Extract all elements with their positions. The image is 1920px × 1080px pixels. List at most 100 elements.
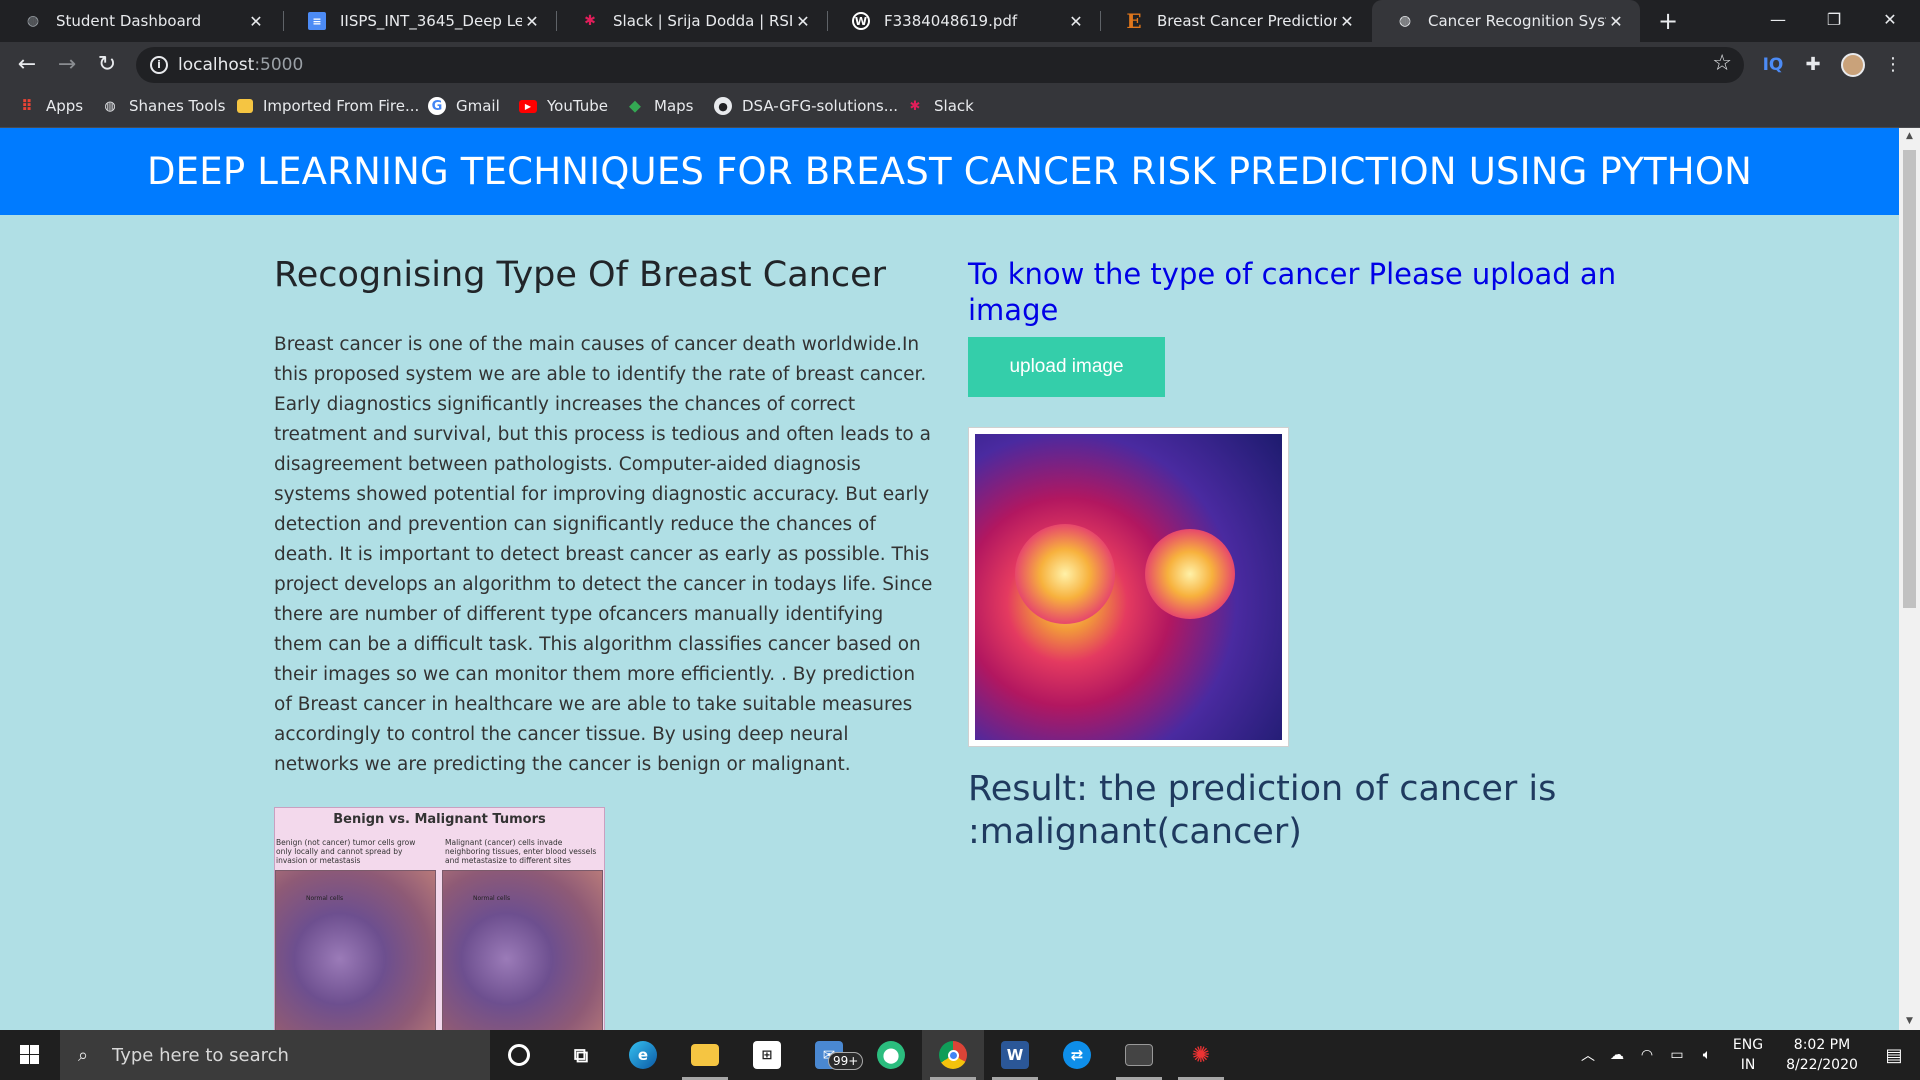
tab-student-dashboard[interactable]: ◍ Student Dashboard ✕ [0, 0, 280, 42]
maps-app-icon[interactable]: ⬤ [860, 1030, 922, 1080]
microsoft-store-icon[interactable]: ⊞ [736, 1030, 798, 1080]
clock[interactable]: 8:02 PM 8/22/2020 [1772, 1030, 1872, 1080]
teamviewer-icon[interactable]: ⇄ [1046, 1030, 1108, 1080]
tab-slack[interactable]: ✱ Slack | Srija Dodda | RSIP202 ✕ [557, 0, 827, 42]
taskbar-search-input[interactable] [112, 1044, 432, 1066]
taskbar-search[interactable]: ⌕ [60, 1030, 490, 1080]
spider-app-icon[interactable]: ✺ [1170, 1030, 1232, 1080]
tab-title: Breast Cancer Prediction syst [1157, 12, 1337, 30]
menu-kebab-icon[interactable]: ⋮ [1880, 53, 1906, 77]
close-icon[interactable]: ✕ [246, 12, 266, 31]
forward-button[interactable]: → [52, 50, 82, 80]
wifi-icon[interactable]: ◠ [1634, 1030, 1660, 1080]
upload-prompt: To know the type of cancer Please upload… [968, 257, 1617, 327]
new-tab-button[interactable]: + [1654, 7, 1682, 35]
bookmarks-bar: ⠿ Apps ◍ Shanes Tools Imported From Fire… [0, 88, 1920, 128]
globe-icon: ◍ [104, 98, 116, 114]
volume-icon[interactable]: 🔈︎ [1694, 1030, 1720, 1080]
minimize-button[interactable]: — [1750, 0, 1806, 40]
normal-cells-label: Normal cells [473, 895, 511, 902]
windows-taskbar: ⌕ ⧉ e ⊞ ✉ 99+ ⬤ W ⇄ ✺ ︿ ☁ ◠ ▭ 🔈︎ ENG IN … [0, 1030, 1920, 1080]
youtube-icon: ▶ [519, 99, 537, 113]
close-icon[interactable]: ✕ [1606, 12, 1626, 31]
github-icon: ● [714, 97, 732, 115]
globe-icon: ◍ [26, 13, 40, 29]
onedrive-icon[interactable]: ☁ [1604, 1030, 1630, 1080]
benign-vs-malignant-image: Benign vs. Malignant Tumors Benign (not … [274, 807, 605, 1030]
docs-icon: ≡ [308, 12, 326, 30]
avatar[interactable] [1840, 53, 1866, 77]
address-bar[interactable]: i localhost:5000 ☆ [136, 47, 1744, 83]
maps-icon: ⬥ [629, 96, 641, 115]
malignant-caption: Malignant (cancer) cells invade neighbor… [445, 838, 597, 865]
tab-pdf[interactable]: W F3384048619.pdf ✕ [828, 0, 1100, 42]
uploaded-image-preview [968, 427, 1289, 747]
bookmark-slack[interactable]: ✱ Slack [906, 97, 974, 115]
prediction-result: Result: the prediction of cancer is :mal… [968, 769, 1557, 852]
page-title: Recognising Type Of Breast Cancer [274, 255, 886, 295]
globe-icon: ◍ [1398, 13, 1412, 29]
reload-button[interactable]: ↻ [92, 50, 122, 80]
bookmark-shanes-tools[interactable]: ◍ Shanes Tools [101, 97, 225, 115]
file-explorer-icon[interactable] [674, 1030, 736, 1080]
tab-title: Student Dashboard [56, 12, 202, 30]
close-window-button[interactable]: ✕ [1862, 0, 1918, 40]
back-button[interactable]: ← [12, 50, 42, 80]
close-icon[interactable]: ✕ [793, 12, 813, 31]
bookmark-youtube[interactable]: ▶ YouTube [519, 97, 608, 115]
word-icon[interactable]: W [984, 1030, 1046, 1080]
apps-grid-icon: ⠿ [21, 97, 33, 115]
folder-icon [237, 99, 253, 113]
chrome-icon[interactable] [922, 1030, 984, 1080]
iq-extension-icon[interactable]: IQ [1760, 53, 1786, 77]
bookmark-gmail[interactable]: G Gmail [428, 97, 500, 115]
upload-column: To know the type of cancer Please upload… [968, 256, 1628, 328]
task-view-icon[interactable]: ⧉ [550, 1030, 612, 1080]
notifications-icon[interactable]: ▤ [1874, 1030, 1914, 1080]
restore-button[interactable]: ❐ [1806, 0, 1862, 40]
bookmark-star-icon[interactable]: ☆ [1712, 51, 1732, 76]
slack-icon: ✱ [909, 98, 921, 114]
browser-toolbar: ← → ↻ i localhost:5000 ☆ IQ ✚ ⋮ [0, 42, 1920, 88]
e-icon: E [1126, 9, 1142, 33]
scroll-up-arrow-icon[interactable]: ▲ [1899, 128, 1920, 145]
bookmark-imported-firefox[interactable]: Imported From Fire... [237, 97, 419, 115]
tab-breast-cancer-prediction[interactable]: E Breast Cancer Prediction syst ✕ [1101, 0, 1371, 42]
malignant-panel: Normal cells [442, 870, 603, 1030]
page-scrollbar[interactable]: ▲ ▼ [1899, 128, 1920, 1030]
extensions-icon[interactable]: ✚ [1800, 53, 1826, 77]
tab-cancer-recognition[interactable]: ◍ Cancer Recognition System ✕ [1372, 0, 1640, 42]
benign-caption: Benign (not cancer) tumor cells grow onl… [276, 838, 416, 865]
battery-icon[interactable]: ▭ [1664, 1030, 1690, 1080]
page-viewport: DEEP LEARNING TECHNIQUES FOR BREAST CANC… [0, 128, 1899, 1030]
tab-deep-learning-doc[interactable]: ≡ IISPS_INT_3645_Deep Learnin ✕ [284, 0, 556, 42]
terminal-icon[interactable] [1108, 1030, 1170, 1080]
benign-panel: Normal cells [275, 870, 436, 1030]
tab-title: IISPS_INT_3645_Deep Learnin [340, 12, 522, 30]
site-info-icon[interactable]: i [150, 56, 168, 74]
scroll-down-arrow-icon[interactable]: ▼ [1899, 1013, 1920, 1030]
url-text[interactable]: localhost:5000 [178, 55, 303, 75]
bookmark-maps[interactable]: ⬥ Maps [626, 96, 693, 115]
close-icon[interactable]: ✕ [522, 12, 542, 31]
figure-title: Benign vs. Malignant Tumors [333, 812, 546, 827]
right-tissue-highlight [1145, 529, 1235, 619]
show-hidden-icons-icon[interactable]: ︿ [1576, 1030, 1600, 1080]
edge-icon[interactable]: e [612, 1030, 674, 1080]
windows-start-icon[interactable] [0, 1030, 60, 1080]
language-indicator[interactable]: ENG IN [1726, 1030, 1770, 1080]
tab-title: Cancer Recognition System [1428, 12, 1606, 30]
mail-badge: 99+ [828, 1052, 864, 1070]
scrollbar-thumb[interactable] [1903, 150, 1916, 608]
cortana-icon[interactable] [488, 1030, 550, 1080]
bookmark-dsa-gfg[interactable]: ● DSA-GFG-solutions... [714, 97, 898, 115]
description-text: Breast cancer is one of the main causes … [274, 334, 933, 775]
breast-scan-image [975, 434, 1282, 740]
bookmark-apps[interactable]: ⠿ Apps [18, 97, 83, 115]
wordpress-icon: W [852, 12, 870, 30]
google-icon: G [428, 97, 446, 115]
close-icon[interactable]: ✕ [1337, 12, 1357, 31]
search-icon: ⌕ [78, 1045, 89, 1066]
close-icon[interactable]: ✕ [1066, 12, 1086, 31]
upload-image-button[interactable]: upload image [968, 337, 1165, 397]
